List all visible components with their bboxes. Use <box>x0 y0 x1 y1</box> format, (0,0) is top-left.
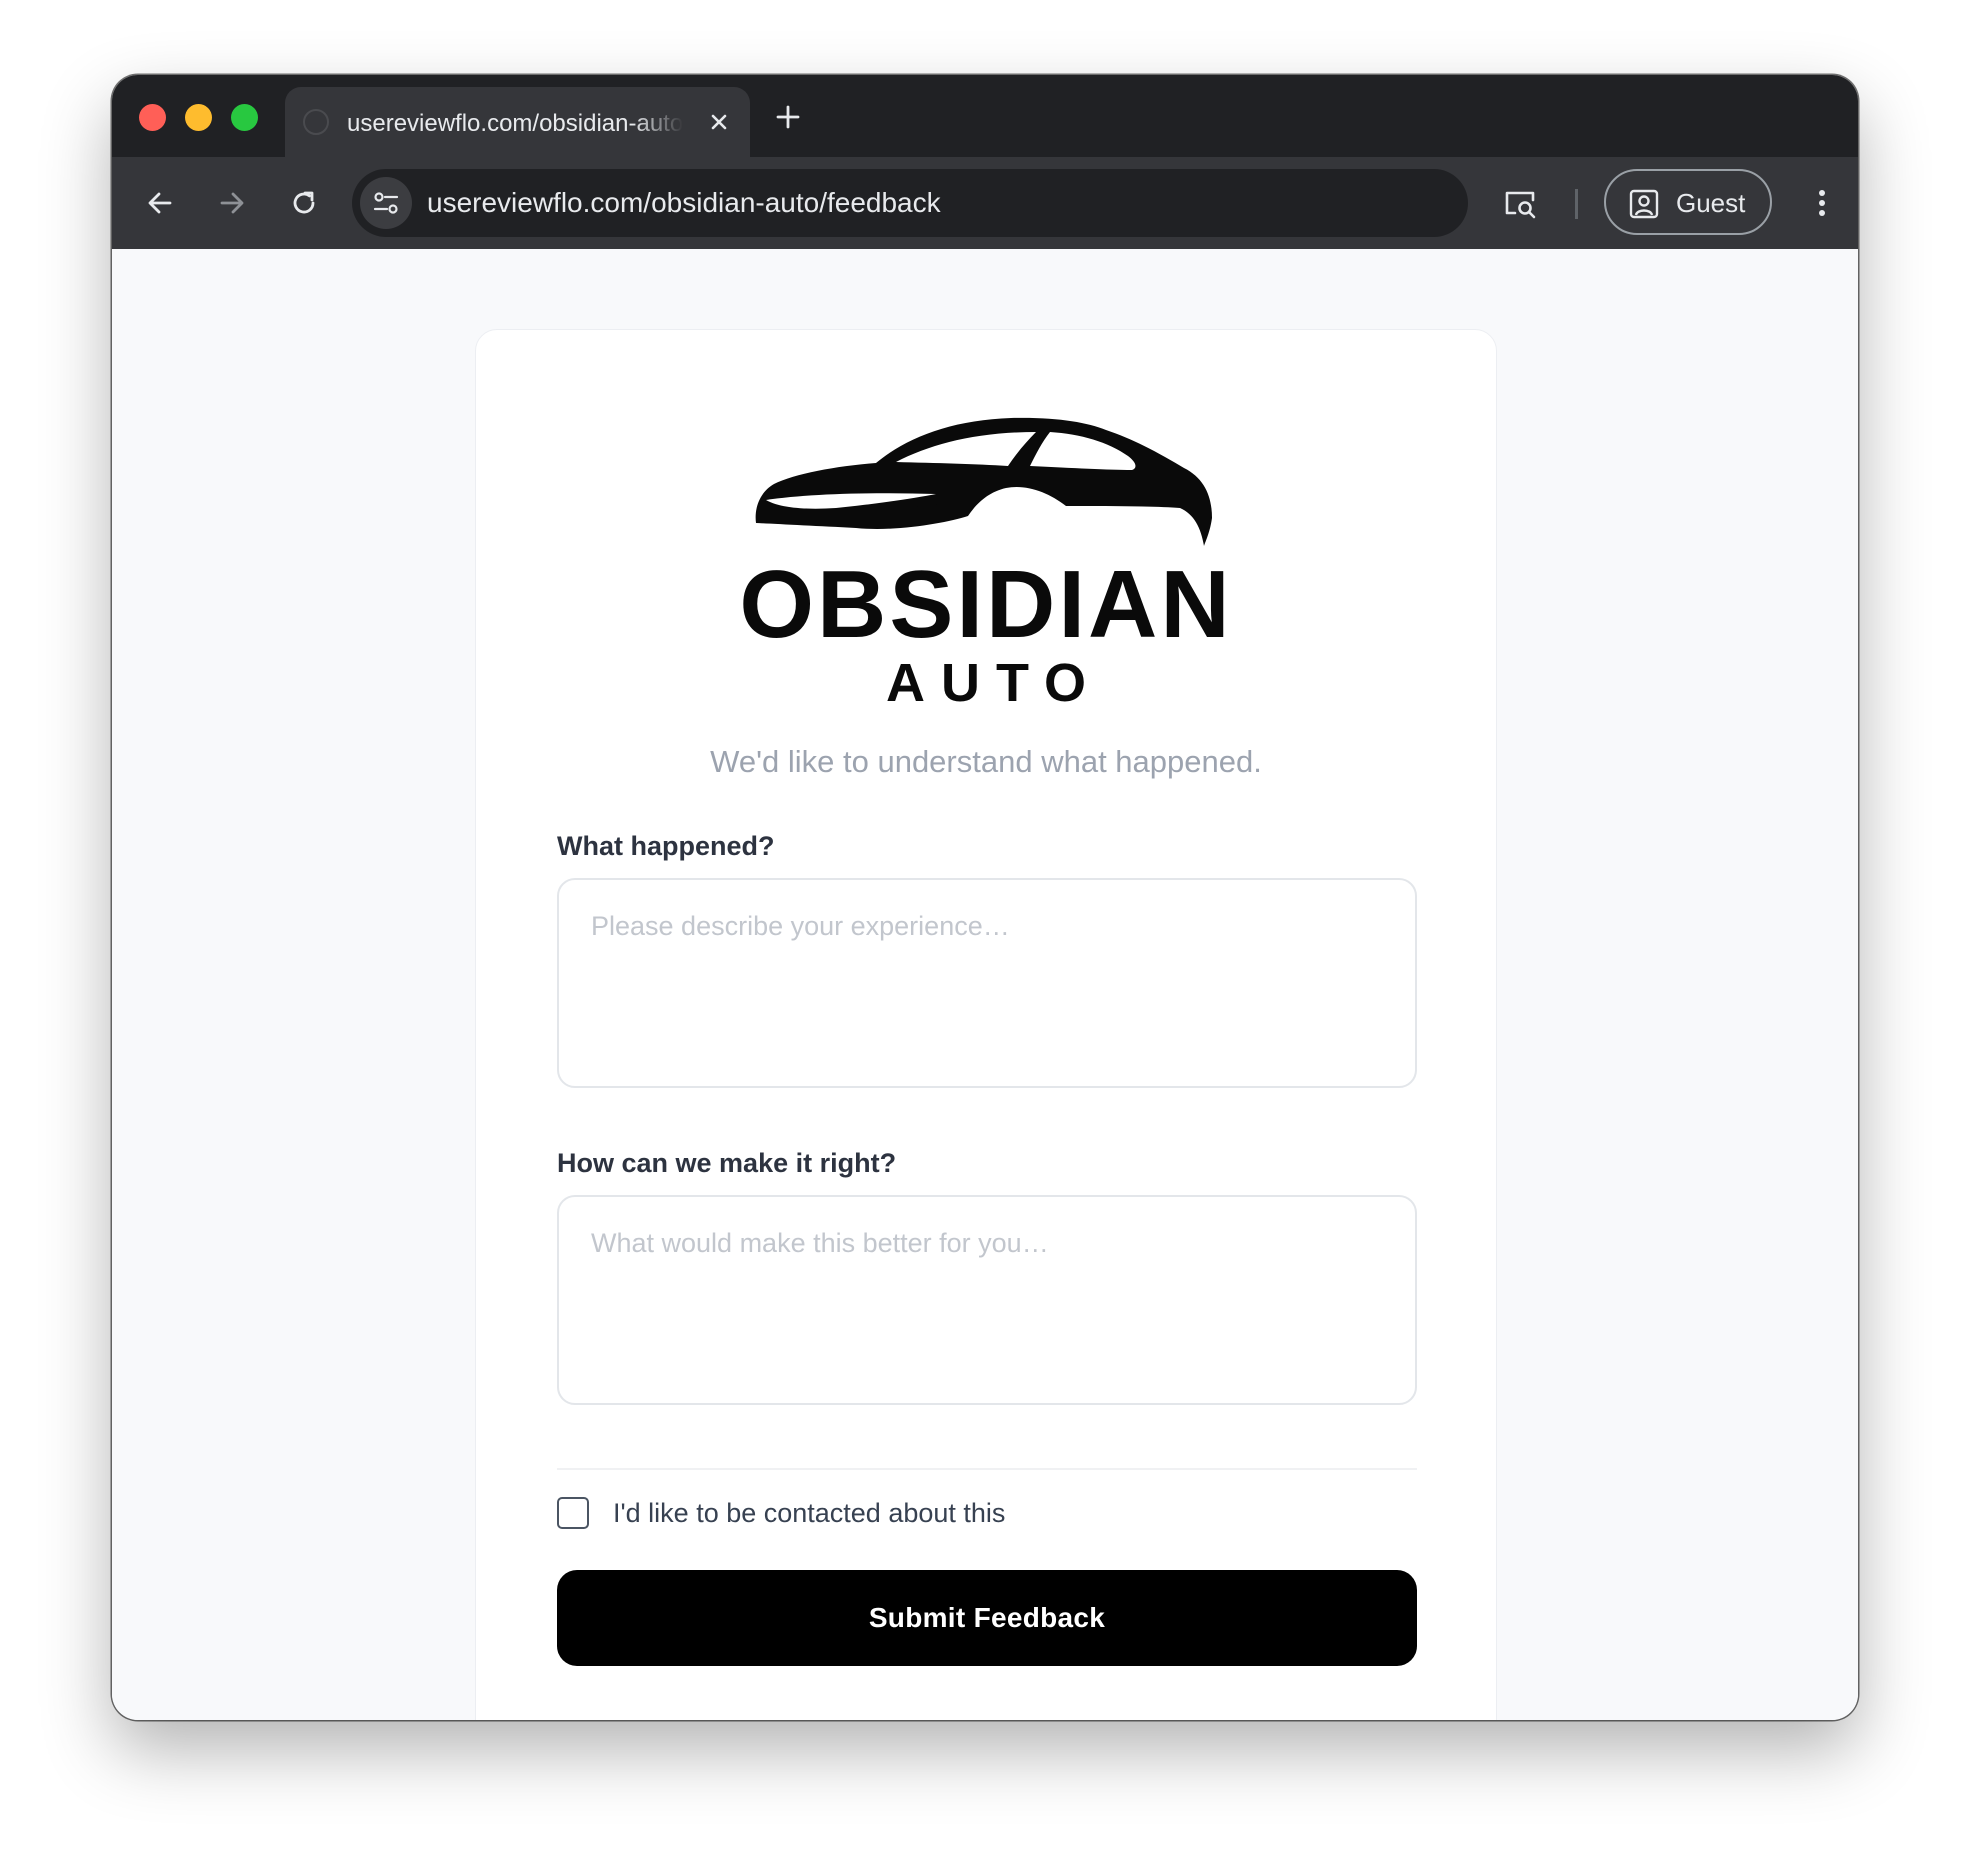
brand-sub: AUTO <box>885 653 1102 713</box>
close-window-button[interactable] <box>139 104 166 131</box>
browser-toolbar: usereviewflo.com/obsidian-auto/feedback … <box>112 157 1858 249</box>
contact-checkbox-label[interactable]: I'd like to be contacted about this <box>613 1494 1005 1532</box>
plus-icon[interactable] <box>772 101 804 133</box>
contact-checkbox[interactable] <box>557 1497 589 1529</box>
toolbar-divider <box>1575 189 1578 219</box>
tune-icon[interactable] <box>360 177 412 229</box>
what-happened-label: What happened? <box>557 831 775 861</box>
feedback-card: OBSIDIAN AUTO We'd like to understand wh… <box>475 329 1497 1720</box>
car-logo-icon <box>755 417 1212 546</box>
minimize-window-button[interactable] <box>185 104 212 131</box>
url-text[interactable]: usereviewflo.com/obsidian-auto/feedback <box>427 186 941 220</box>
brand-logo: OBSIDIAN AUTO <box>736 408 1236 713</box>
profile-button[interactable]: Guest <box>1604 169 1772 235</box>
page-content: OBSIDIAN AUTO We'd like to understand wh… <box>112 249 1858 1720</box>
address-bar[interactable]: usereviewflo.com/obsidian-auto/feedback <box>352 169 1468 237</box>
person-icon <box>1629 189 1659 219</box>
brand-name: OBSIDIAN <box>739 551 1233 658</box>
maximize-window-button[interactable] <box>231 104 258 131</box>
arrow-left-icon[interactable] <box>140 183 180 223</box>
submit-feedback-button[interactable]: Submit Feedback <box>557 1570 1417 1666</box>
close-icon[interactable] <box>706 109 732 135</box>
tab-active[interactable]: usereviewflo.com/obsidian-auto/feedback <box>285 87 750 157</box>
more-vertical-icon[interactable] <box>1802 183 1842 223</box>
profile-label: Guest <box>1676 188 1746 218</box>
what-happened-input[interactable] <box>557 878 1417 1088</box>
browser-window: usereviewflo.com/obsidian-auto/feedback <box>112 75 1858 1720</box>
form-divider <box>557 1468 1417 1470</box>
tab-strip: usereviewflo.com/obsidian-auto/feedback <box>112 75 1858 157</box>
reload-icon[interactable] <box>284 183 324 223</box>
tab-title: usereviewflo.com/obsidian-auto/feedback <box>347 110 683 137</box>
make-it-right-input[interactable] <box>557 1195 1417 1405</box>
page-subtitle: We'd like to understand what happened. <box>710 744 1262 779</box>
arrow-right-icon[interactable] <box>212 183 252 223</box>
globe-icon <box>303 109 329 135</box>
search-page-icon[interactable] <box>1500 183 1540 223</box>
make-it-right-label: How can we make it right? <box>557 1148 897 1178</box>
